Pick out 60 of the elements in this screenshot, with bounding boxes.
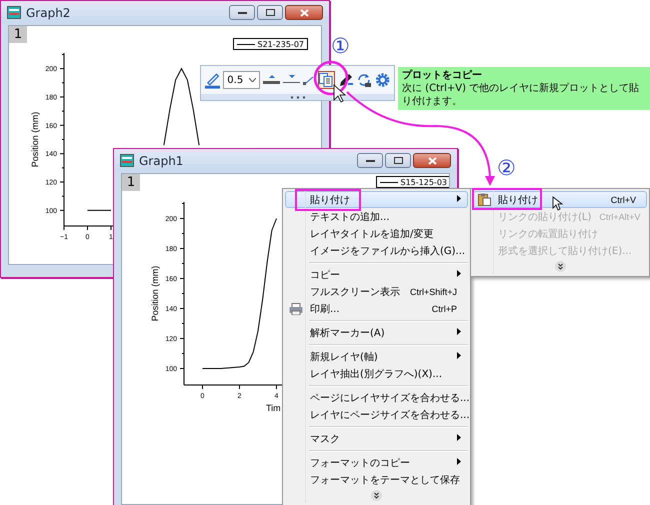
expand-chevron-icon[interactable] [371, 490, 382, 501]
menu-item[interactable]: フォーマットのコピー [285, 454, 468, 471]
maximize-button[interactable] [257, 5, 283, 20]
printer-icon [289, 302, 303, 314]
window-title: Graph1 [139, 154, 184, 168]
menu-item[interactable]: コピー [285, 266, 468, 283]
mouse-pointer-icon [552, 196, 564, 211]
menu-item[interactable]: 貼り付け Ctrl+V [473, 191, 647, 208]
menu-item[interactable]: レイヤ抽出(別グラフへ)(X)... [285, 365, 468, 382]
tooltip-title: プロットをコピー [402, 69, 483, 82]
menu-item[interactable]: 解析マーカー(A) [285, 324, 468, 341]
highlight-frame [295, 189, 361, 211]
maximize-button[interactable] [385, 153, 411, 168]
rotate-arrows-icon[interactable] [356, 72, 372, 88]
menu-item[interactable]: テキストの追加... [285, 208, 468, 225]
menu-item[interactable]: イメージをファイルから挿入(G)... [285, 242, 468, 259]
highlight-frame [472, 188, 542, 210]
legend-label: S21-235-07 [258, 40, 304, 48]
drag-handle-icon[interactable] [290, 96, 306, 98]
maximize-icon [394, 157, 402, 164]
minimize-button[interactable] [357, 153, 383, 168]
menu-item[interactable]: ページにレイヤサイズを合わせる... [285, 389, 468, 406]
minimize-button[interactable] [229, 5, 255, 20]
step-number: ① [331, 34, 350, 58]
close-icon [300, 8, 308, 16]
highlight-circle [314, 60, 348, 96]
close-button[interactable] [413, 153, 451, 168]
menu-item[interactable]: フォーマットをテーマとして保存 [285, 471, 468, 488]
menu-item[interactable]: フルスクリーン表示 Ctrl+Shift+J [285, 283, 468, 300]
expand-chevron-icon[interactable] [554, 261, 566, 272]
minimize-icon [366, 160, 374, 162]
line-color-pen-icon[interactable] [205, 71, 220, 89]
menu-item[interactable]: 新規レイヤ(軸) [285, 348, 468, 365]
window-title: Graph2 [26, 6, 72, 20]
graph-window-icon [7, 6, 21, 19]
chevron-down-icon [248, 78, 256, 82]
close-button[interactable] [285, 5, 323, 20]
menu-item[interactable]: レイヤにページサイズを合わせる... [285, 406, 468, 423]
menu-item[interactable]: マスク [285, 430, 468, 447]
graph-window-icon [120, 154, 134, 167]
tooltip-text: 次に (Ctrl+V) で他のレイヤに新規プロットとして貼り付けます。 [402, 83, 640, 107]
menu-item[interactable]: 印刷... Ctrl+P [285, 300, 468, 317]
step-number: ② [497, 156, 516, 180]
clipboard-icon [478, 193, 490, 206]
menu-item[interactable]: 貼り付け [285, 191, 468, 208]
line-width-dropdown[interactable]: 0.5 [223, 71, 260, 89]
pencil-icon[interactable] [338, 72, 354, 88]
menu-item[interactable]: レイヤタイトルを追加/変更 [285, 225, 468, 242]
layer-tab[interactable]: 1 [9, 26, 27, 43]
close-icon [428, 156, 436, 164]
maximize-icon [266, 9, 274, 16]
legend-label: S15-125-03 [400, 178, 447, 186]
y-axis-title: Position (mm) [30, 112, 40, 168]
copy-plot-button[interactable] [318, 71, 336, 89]
layer-tab[interactable]: 1 [122, 174, 140, 191]
settings-icon[interactable] [374, 72, 390, 88]
minimize-icon [238, 12, 246, 14]
thick-line-icon[interactable] [262, 73, 280, 87]
x-axis-title: Tim [266, 403, 281, 413]
y-axis-title: Position (mm) [150, 266, 160, 322]
